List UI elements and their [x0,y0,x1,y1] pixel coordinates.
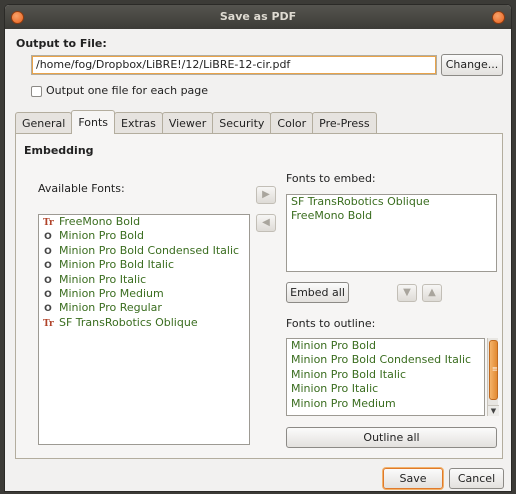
output-to-file-label: Output to File: [16,37,107,50]
list-item[interactable]: O Minion Pro Medium [39,287,249,301]
fonts-tab-panel: Embedding Available Fonts: Tr FreeMono Bo… [15,133,503,459]
add-to-embed-button[interactable]: ▶ [256,186,276,204]
title-bar: Save as PDF [5,5,511,29]
available-fonts-list[interactable]: Tr FreeMono Bold O Minion Pro Bold O Minion… [38,214,250,445]
list-item[interactable]: Minion Pro Bold Condensed Italic [287,353,484,367]
tab-general[interactable]: General [15,112,73,134]
list-item[interactable]: Minion Pro Italic [287,382,484,396]
list-item[interactable]: Tr SF TransRobotics Oblique [39,316,249,330]
list-item[interactable]: O Minion Pro Regular [39,301,249,315]
tab-color[interactable]: Color [270,112,314,134]
cancel-button[interactable]: Cancel [449,468,504,489]
outline-list-scrollbar[interactable]: ≡ ▼ [487,338,499,416]
close-icon[interactable] [11,11,24,24]
embedding-title: Embedding [24,144,94,157]
tab-extras[interactable]: Extras [114,112,163,134]
move-down-button[interactable]: ▼ [397,284,417,302]
tab-viewer[interactable]: Viewer [161,112,214,134]
list-item[interactable]: Minion Pro Medium [287,397,484,411]
list-item[interactable]: Tr FreeMono Bold [39,215,249,229]
fonts-to-embed-label: Fonts to embed: [286,172,376,185]
truetype-icon: Tr [43,218,54,228]
output-file-path-input[interactable]: /home/fog/Dropbox/LiBRE!/12/LiBRE-12-cir… [31,55,437,75]
fonts-to-outline-list[interactable]: Minion Pro Bold Minion Pro Bold Condense… [286,338,485,416]
list-item[interactable]: SF TransRobotics Oblique [287,195,496,209]
list-item[interactable]: O Minion Pro Bold [39,229,249,243]
opentype-icon: O [44,275,52,286]
save-as-pdf-dialog: Save as PDF Output to File: /home/fog/Dr… [4,4,512,492]
list-item[interactable]: FreeMono Bold [287,209,496,223]
one-file-per-page-label[interactable]: Output one file for each page [46,84,208,97]
truetype-icon: Tr [43,318,54,329]
list-item[interactable]: O Minion Pro Bold Italic [39,258,249,272]
arrow-up-icon: ▲ [428,287,436,298]
one-file-per-page-checkbox[interactable] [31,86,42,97]
opentype-icon: O [44,246,52,257]
list-item[interactable]: O Minion Pro Italic [39,273,249,287]
opentype-icon: O [44,232,52,243]
opentype-icon: O [44,289,52,300]
scroll-down-icon[interactable]: ▼ [488,405,499,416]
remove-from-embed-button[interactable]: ◀ [256,214,276,232]
tab-security[interactable]: Security [212,112,272,134]
arrow-right-icon: ▶ [262,189,270,200]
maximize-icon[interactable] [492,11,505,24]
outline-all-button[interactable]: Outline all [286,427,497,448]
arrow-left-icon: ◀ [262,217,270,228]
change-button[interactable]: Change... [441,54,503,76]
list-item[interactable]: Minion Pro Bold Italic [287,368,484,382]
available-fonts-label: Available Fonts: [38,182,125,195]
fonts-to-embed-list[interactable]: SF TransRobotics Oblique FreeMono Bold [286,194,497,272]
embed-all-button[interactable]: Embed all [286,282,349,303]
list-item[interactable]: Minion Pro Bold [287,339,484,353]
opentype-icon: O [44,304,52,315]
tab-bar: General Fonts Extras Viewer Security Col… [15,110,377,134]
window-title: Save as PDF [219,10,297,23]
opentype-icon: O [44,261,52,272]
tab-pre-press[interactable]: Pre-Press [312,112,377,134]
tab-fonts[interactable]: Fonts [71,110,116,134]
scrollbar-thumb[interactable]: ≡ [489,340,498,400]
arrow-down-icon: ▼ [403,287,411,298]
grip-icon: ≡ [492,365,498,373]
fonts-to-outline-label: Fonts to outline: [286,317,376,330]
save-button[interactable]: Save [383,468,443,489]
list-item[interactable]: O Minion Pro Bold Condensed Italic [39,244,249,258]
move-up-button[interactable]: ▲ [422,284,442,302]
